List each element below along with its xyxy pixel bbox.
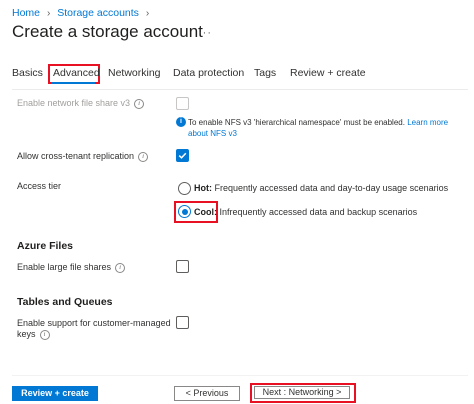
review-create-button[interactable]: Review + create [12,386,98,401]
cool-description: Infrequently accessed data and backup sc… [219,207,418,217]
cmk-label-line2: keys [17,329,36,339]
access-tier-label: Access tier [17,181,62,191]
azure-files-heading: Azure Files [17,240,74,252]
cross-tenant-label-text: Allow cross-tenant replication [17,151,135,161]
hot-option-label[interactable]: Hot: Frequently accessed data and day-to… [194,183,448,193]
footer-divider [12,375,468,376]
nfs-label-text: Enable network file share v3 [17,98,131,108]
tab-tags[interactable]: Tags [254,67,276,79]
chevron-right-icon: › [46,8,51,19]
tab-data-protection[interactable]: Data protection [173,67,244,79]
tab-review-create[interactable]: Review + create [290,67,366,79]
page-title: Create a storage account [12,22,203,41]
tab-networking[interactable]: Networking [108,67,161,79]
info-icon: i [134,99,145,109]
cmk-label: Enable support for customer-managed keys… [17,318,171,340]
cross-tenant-label: Allow cross-tenant replication i [17,151,149,162]
hot-radio[interactable] [178,182,191,195]
cmk-checkbox[interactable] [176,316,189,329]
nfs-checkbox [176,97,189,110]
info-icon: i [115,263,126,273]
breadcrumb: Home › Storage accounts › [12,7,153,19]
cool-radio[interactable] [178,205,191,218]
checkmark-icon [178,152,187,159]
tab-advanced[interactable]: Advanced [53,67,100,79]
chevron-right-icon: › [145,8,150,19]
nfs-info-note: To enable NFS v3 'hierarchical namespace… [188,117,470,139]
cool-title: Cool: [194,207,217,217]
tabs-divider [12,89,468,90]
info-icon: i [176,117,186,127]
tables-queues-heading: Tables and Queues [17,296,113,308]
next-networking-button[interactable]: Next : Networking > [254,386,350,399]
info-icon: i [138,152,149,162]
cmk-label-line1: Enable support for customer-managed [17,318,171,328]
previous-button[interactable]: < Previous [174,386,240,401]
large-shares-label: Enable large file shares i [17,262,126,273]
tab-basics[interactable]: Basics [12,67,43,79]
breadcrumb-storage-accounts[interactable]: Storage accounts [57,7,139,19]
info-icon: i [39,330,50,340]
nfs-note-text: To enable NFS v3 'hierarchical namespace… [188,118,405,127]
breadcrumb-home[interactable]: Home [12,7,40,19]
large-shares-checkbox[interactable] [176,260,189,273]
active-tab-indicator [51,82,95,84]
large-shares-label-text: Enable large file shares [17,262,112,272]
hot-description: Frequently accessed data and day-to-day … [214,183,449,193]
cross-tenant-checkbox[interactable] [176,149,189,162]
cool-option-label[interactable]: Cool: Infrequently accessed data and bac… [194,207,417,217]
nfs-label: Enable network file share v3 i [17,98,145,109]
more-options-icon[interactable]: ··· [198,27,212,39]
hot-title: Hot: [194,183,212,193]
